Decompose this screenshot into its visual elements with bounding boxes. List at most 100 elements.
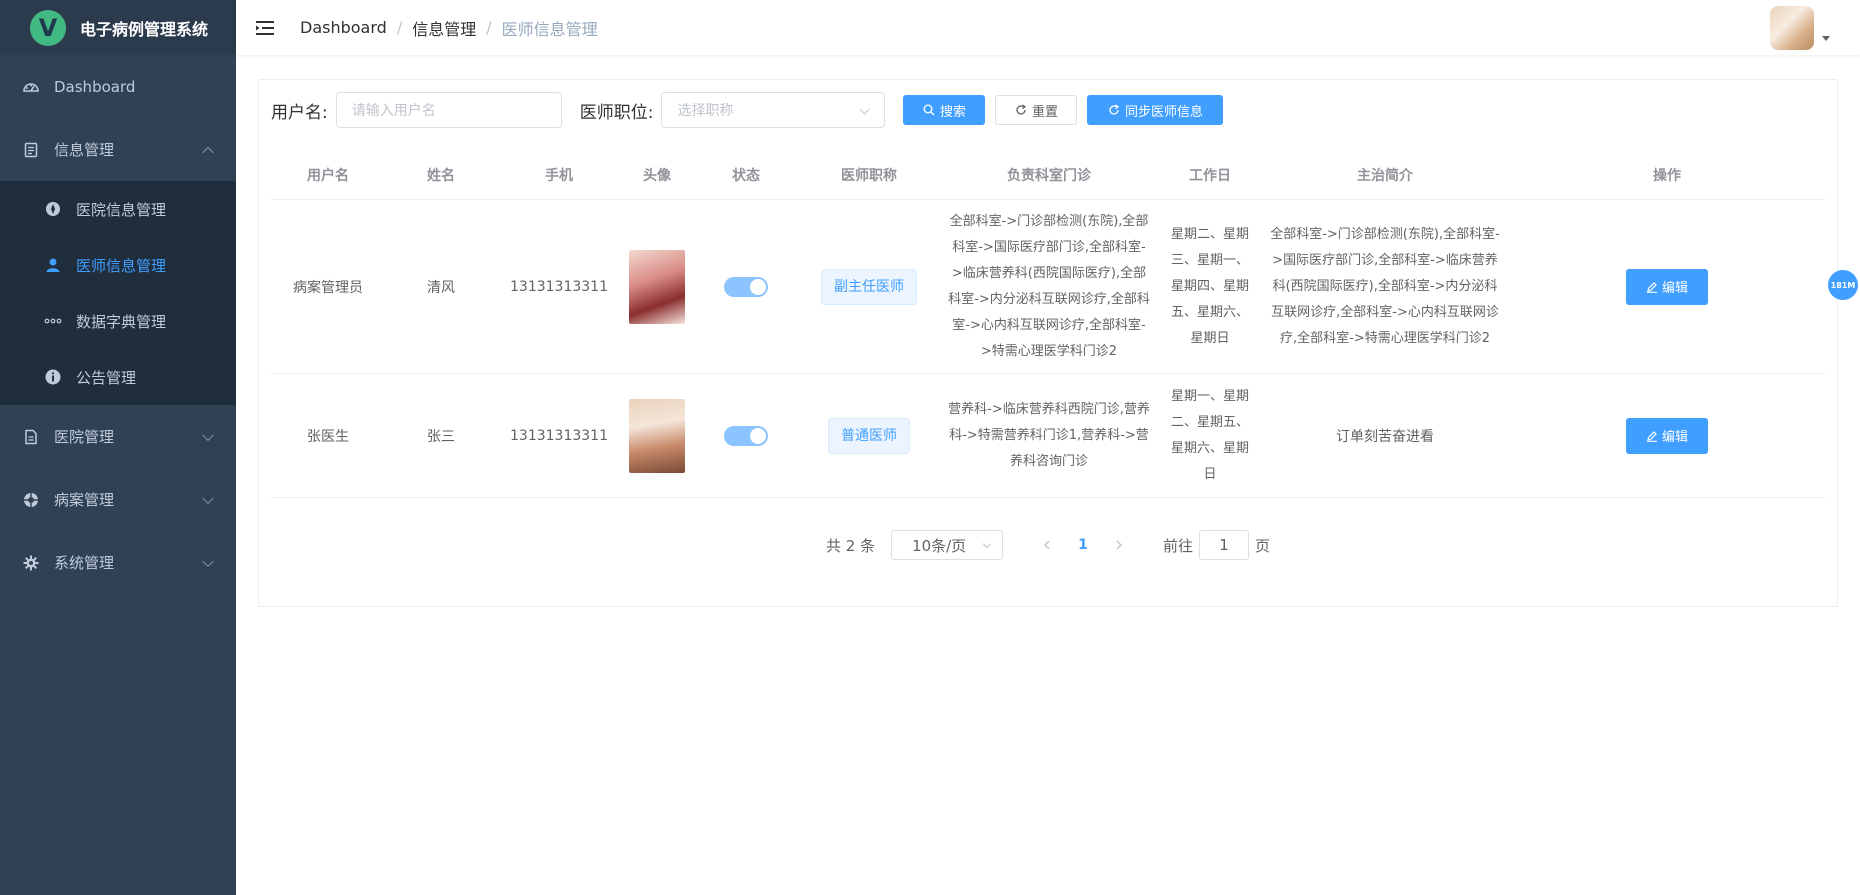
chevron-down-icon: [202, 555, 214, 567]
breadcrumb-dashboard[interactable]: Dashboard: [300, 18, 387, 37]
chevron-up-icon: [202, 146, 214, 158]
cell-intro: 全部科室->门诊部检测(东院),全部科室->国际医疗部门诊,全部科室->临床营养…: [1270, 226, 1500, 346]
cell-ops: 编辑: [1509, 268, 1825, 305]
col-header-status: 状态: [732, 167, 760, 184]
username-label: 用户名:: [271, 102, 328, 123]
sync-doctor-button[interactable]: 同步医师信息: [1087, 95, 1224, 125]
sidebar: V 电子病例管理系统 Dashboard 信息管理 医院信息管理 医师信息管理: [0, 0, 236, 895]
title-tag: 副主任医师: [821, 268, 917, 305]
chevron-down-icon: [202, 429, 214, 441]
more-dots-icon: [44, 312, 62, 330]
cell-title: 普通医师: [799, 417, 939, 454]
doctor-photo[interactable]: [629, 398, 685, 473]
cell-ops: 编辑: [1509, 417, 1825, 454]
sidebar-item-doctor-info[interactable]: 医师信息管理: [0, 237, 236, 293]
app-title: 电子病例管理系统: [80, 19, 209, 39]
sidebar-item-hospital-mgmt[interactable]: 医院管理: [0, 405, 236, 468]
refresh-icon: [1015, 104, 1027, 116]
edit-button[interactable]: 编辑: [1626, 268, 1708, 305]
sidebar-label-dictionary: 数据字典管理: [76, 312, 167, 331]
status-toggle[interactable]: [724, 276, 768, 297]
doctor-photo[interactable]: [629, 249, 685, 324]
page-jump-prefix: 前往: [1163, 536, 1194, 555]
sidebar-label-hospital-info: 医院信息管理: [76, 200, 167, 219]
breadcrumb-info-mgmt: 信息管理: [412, 19, 477, 39]
cell-depts: 全部科室->门诊部检测(东院),全部科室->国际医疗部门诊,全部科室->临床营养…: [948, 213, 1150, 359]
info-icon: [44, 368, 62, 386]
cell-phone: 13131313311: [510, 427, 608, 444]
cell-phone: 13131313311: [510, 278, 608, 295]
title-tag: 普通医师: [828, 417, 910, 454]
caret-down-icon[interactable]: [1822, 36, 1830, 41]
cell-status: [693, 425, 799, 446]
sidebar-item-info-mgmt[interactable]: 信息管理: [0, 118, 236, 181]
chevron-down-icon: [202, 492, 214, 504]
page-jump-suffix: 页: [1255, 536, 1271, 555]
page-size-select[interactable]: 10条/页: [891, 530, 1004, 560]
user-icon: [44, 256, 62, 274]
breadcrumb-current: 医师信息管理: [501, 19, 598, 39]
col-header-phone: 手机: [545, 167, 573, 184]
edit-button-label: 编辑: [1661, 430, 1688, 445]
document-icon: [22, 428, 40, 446]
cell-username: 张医生: [307, 428, 349, 445]
edit-button-label: 编辑: [1661, 281, 1688, 296]
cell-username: 病案管理员: [293, 279, 363, 296]
table-row: 病案管理员 清风 13131313311 副主任医师 全部科室->门诊部检测(东…: [271, 200, 1825, 374]
avatar[interactable]: [1770, 6, 1814, 50]
user-avatar-dropdown[interactable]: [1770, 6, 1830, 50]
memory-usage-badge[interactable]: 181M: [1828, 270, 1858, 300]
logo-icon: V: [30, 9, 66, 46]
prev-page-button[interactable]: [1033, 531, 1061, 559]
sidebar-item-dictionary[interactable]: 数据字典管理: [0, 293, 236, 349]
username-input[interactable]: 请输入用户名: [335, 92, 562, 128]
page-number-current[interactable]: 1: [1061, 537, 1105, 553]
compass-icon: [44, 200, 62, 218]
sidebar-item-dashboard[interactable]: Dashboard: [0, 55, 236, 118]
edit-icon: [1646, 281, 1658, 293]
pagination-total: 共 2 条: [825, 536, 876, 555]
position-select[interactable]: 选择职称: [661, 92, 886, 128]
edit-button[interactable]: 编辑: [1626, 417, 1708, 454]
cell-status: [693, 276, 799, 297]
page-size-value: 10条/页: [912, 536, 967, 555]
position-placeholder: 选择职称: [677, 103, 734, 119]
cell-intro: 订单刻苦奋进看: [1336, 428, 1434, 445]
sync-button-label: 同步医师信息: [1124, 104, 1203, 120]
edit-icon: [1646, 430, 1658, 442]
col-header-intro: 主治简介: [1357, 167, 1413, 184]
sidebar-label-case-mgmt: 病案管理: [54, 491, 115, 509]
col-header-avatar: 头像: [643, 167, 671, 184]
page-jump-input[interactable]: 1: [1199, 530, 1250, 560]
hamburger-menu-icon[interactable]: [254, 17, 276, 39]
sidebar-item-announcement[interactable]: 公告管理: [0, 349, 236, 405]
app-logo[interactable]: V 电子病例管理系统: [0, 0, 236, 55]
cell-title: 副主任医师: [799, 268, 939, 305]
dashboard-icon: [22, 78, 40, 96]
sidebar-label-announcement: 公告管理: [76, 368, 137, 387]
cell-name: 清风: [427, 279, 455, 296]
search-icon: [923, 104, 935, 116]
pagination: 共 2 条 10条/页 1 前往 1 页: [259, 530, 1837, 560]
sidebar-item-system-mgmt[interactable]: 系统管理: [0, 531, 236, 594]
cell-avatar: [621, 398, 693, 473]
status-toggle[interactable]: [724, 425, 768, 446]
sidebar-label-hospital-mgmt: 医院管理: [54, 428, 115, 446]
col-header-name: 姓名: [427, 167, 455, 184]
doctor-list-card: 用户名: 请输入用户名 医师职位: 选择职称 搜索 重置 同步医师信息 用户名 …: [258, 79, 1838, 607]
sidebar-item-hospital-info[interactable]: 医院信息管理: [0, 181, 236, 237]
cell-depts: 营养科->临床营养科西院门诊,营养科->特需营养科门诊1,营养科->营养科咨询门…: [948, 401, 1150, 469]
breadcrumb: Dashboard / 信息管理 / 医师信息管理: [300, 16, 598, 40]
search-button[interactable]: 搜索: [903, 95, 986, 125]
next-page-button[interactable]: [1105, 531, 1133, 559]
sync-icon: [1108, 104, 1120, 116]
reset-button[interactable]: 重置: [995, 95, 1078, 125]
cell-avatar: [621, 249, 693, 324]
gear-icon: [22, 554, 40, 572]
username-placeholder: 请输入用户名: [351, 103, 436, 119]
chevron-down-icon: [982, 539, 992, 549]
sidebar-item-case-mgmt[interactable]: 病案管理: [0, 468, 236, 531]
top-navbar: Dashboard / 信息管理 / 医师信息管理: [236, 0, 1860, 55]
table-header: 用户名 姓名 手机 头像 状态 医师职称 负责科室门诊 工作日 主治简介 操作: [271, 150, 1825, 200]
position-label: 医师职位:: [579, 102, 654, 123]
